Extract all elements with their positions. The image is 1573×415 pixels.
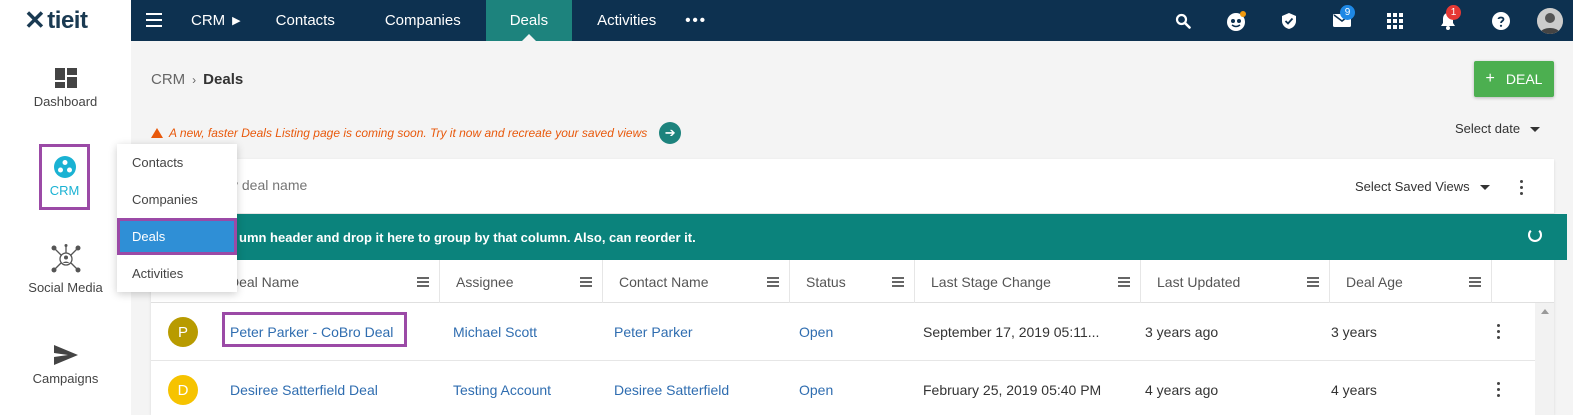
sidebar-item-campaigns[interactable]: Campaigns (0, 345, 131, 386)
logo[interactable]: ✕ tieit (0, 0, 131, 41)
last-updated-value: 3 years ago (1145, 324, 1219, 340)
bell-icon[interactable]: 1 (1421, 0, 1474, 41)
column-menu-icon[interactable] (892, 277, 904, 289)
row-actions-icon[interactable] (1497, 382, 1501, 400)
caret-right-icon: ▶ (232, 15, 241, 27)
deal-name-link[interactable]: Peter Parker - CoBro Deal (230, 303, 393, 361)
chevron-right-icon: › (192, 73, 197, 87)
tab-contacts[interactable]: Contacts (251, 0, 360, 41)
column-header-contact-name[interactable]: Contact Name (603, 260, 790, 303)
group-by-drop-zone[interactable]: umn header and drop it here to group by … (151, 214, 1567, 260)
column-header-last-updated[interactable]: Last Updated (1141, 260, 1330, 303)
alerts-count-badge: 1 (1446, 5, 1461, 20)
last-stage-change-value: September 17, 2019 05:11... (923, 324, 1100, 340)
campaigns-icon (53, 345, 78, 365)
sidebar-item-social-media[interactable]: Social Media (0, 244, 131, 295)
column-menu-icon[interactable] (1307, 277, 1319, 289)
search-icon[interactable] (1156, 0, 1209, 41)
dashboard-icon (54, 68, 77, 88)
deal-avatar: P (168, 317, 198, 347)
deals-panel: Select Saved Views umn header and drop i… (151, 159, 1567, 415)
breadcrumb-current: Deals (203, 71, 244, 88)
flyout-item-activities[interactable]: Activities (117, 255, 237, 292)
more-tabs-button[interactable]: ••• (681, 0, 711, 41)
column-header-last-stage-change[interactable]: Last Stage Change (915, 260, 1141, 303)
logo-mark-icon: ✕ (24, 5, 46, 35)
mail-icon[interactable]: 9 (1315, 0, 1368, 41)
flyout-item-companies[interactable]: Companies (117, 181, 237, 218)
top-icons: 9 1 (1156, 0, 1573, 41)
crm-flyout-menu: Contacts Companies Deals Activities (117, 144, 237, 292)
table-row[interactable]: D Desiree Satterfield Deal Testing Accou… (151, 361, 1535, 415)
column-header-assignee[interactable]: Assignee (440, 260, 603, 303)
assignee-link[interactable]: Michael Scott (453, 303, 537, 361)
flyout-item-deals[interactable]: Deals (117, 218, 237, 255)
apps-grid-icon[interactable] (1368, 0, 1421, 41)
refresh-icon[interactable] (1528, 228, 1542, 242)
crm-icon (53, 156, 76, 178)
column-menu-icon[interactable] (1469, 277, 1481, 289)
last-stage-change-value: February 25, 2019 05:40 PM (923, 382, 1102, 398)
logo-text: tieit (47, 6, 88, 34)
social-media-icon (51, 244, 80, 273)
deal-name-link[interactable]: Desiree Satterfield Deal (230, 361, 378, 415)
column-header-deal-age[interactable]: Deal Age (1330, 260, 1492, 303)
hamburger-menu-icon[interactable] (146, 13, 162, 27)
arrow-right-icon[interactable]: ➔ (659, 122, 682, 144)
contact-link[interactable]: Desiree Satterfield (614, 361, 729, 415)
new-listing-notice: A new, faster Deals Listing page is comi… (151, 122, 682, 144)
user-avatar[interactable] (1527, 0, 1573, 41)
more-options-icon[interactable] (1520, 180, 1524, 198)
top-navigation-bar: ✕ tieit CRM ▶ Contacts Companies Deals Ac… (0, 0, 1573, 41)
column-menu-icon[interactable] (417, 277, 429, 289)
column-menu-icon[interactable] (767, 277, 779, 289)
status-value: Open (799, 382, 834, 398)
contact-link[interactable]: Peter Parker (614, 303, 693, 361)
search-row: Select Saved Views (151, 159, 1554, 214)
mail-count-badge: 9 (1340, 5, 1355, 20)
plus-icon: + (1485, 70, 1495, 87)
assignee-link[interactable]: Testing Account (453, 361, 551, 415)
help-icon[interactable] (1474, 0, 1527, 41)
caret-down-icon (1479, 185, 1490, 191)
column-menu-icon[interactable] (580, 277, 592, 289)
saved-views-dropdown[interactable]: Select Saved Views (1355, 179, 1490, 194)
shield-icon[interactable] (1262, 0, 1315, 41)
flyout-item-contacts[interactable]: Contacts (117, 144, 237, 181)
deal-age-value: 4 years (1331, 382, 1377, 398)
breadcrumb: CRM › Deals (151, 71, 243, 88)
column-menu-icon[interactable] (1118, 277, 1130, 289)
tab-deals[interactable]: Deals (485, 0, 573, 41)
sidebar: Dashboard CRM Social Media Campaigns (0, 41, 131, 415)
caret-down-icon (1530, 127, 1541, 133)
tab-companies[interactable]: Companies (360, 0, 486, 41)
notice-text: A new, faster Deals Listing page is comi… (169, 126, 648, 140)
vertical-scrollbar[interactable] (1535, 303, 1554, 415)
select-date-dropdown[interactable]: Select date (1455, 121, 1541, 136)
add-deal-button[interactable]: + DEAL (1474, 61, 1554, 97)
table-row[interactable]: P Peter Parker - CoBro Deal Michael Scot… (151, 303, 1535, 361)
nav-crm[interactable]: CRM ▶ (175, 0, 241, 41)
deal-avatar: D (168, 375, 198, 405)
breadcrumb-crm[interactable]: CRM (151, 71, 185, 88)
warning-icon (151, 128, 163, 138)
column-header-deal-name[interactable]: Deal Name (213, 260, 440, 303)
row-actions-icon[interactable] (1497, 324, 1501, 342)
scroll-up-icon[interactable] (1541, 309, 1549, 314)
sidebar-item-dashboard[interactable]: Dashboard (0, 68, 131, 109)
assistant-icon[interactable] (1209, 0, 1262, 41)
deal-search-input[interactable] (231, 177, 631, 193)
column-header-status[interactable]: Status (790, 260, 915, 303)
last-updated-value: 4 years ago (1145, 382, 1219, 398)
tab-activities[interactable]: Activities (572, 0, 681, 41)
table-header: Deal Name Assignee Contact Name Status L… (151, 260, 1554, 303)
deal-age-value: 3 years (1331, 324, 1377, 340)
sidebar-item-crm[interactable]: CRM (39, 144, 90, 210)
status-value: Open (799, 324, 834, 340)
main-nav: CRM ▶ Contacts Companies Deals Activities… (175, 0, 711, 41)
